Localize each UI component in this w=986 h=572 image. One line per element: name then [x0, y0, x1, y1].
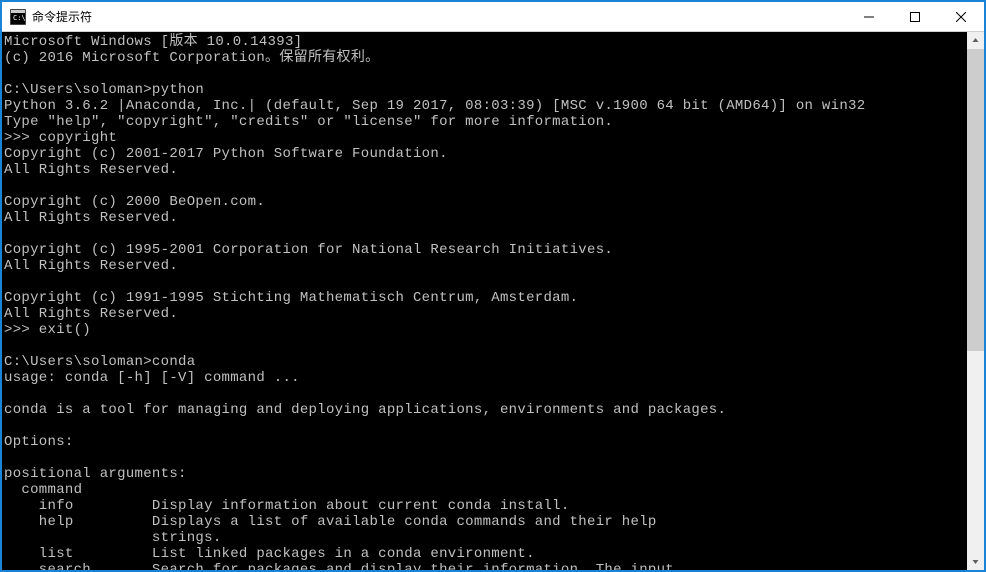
- window-controls: [846, 2, 984, 31]
- window-title: 命令提示符: [32, 8, 846, 25]
- vertical-scrollbar[interactable]: [967, 32, 984, 570]
- scroll-up-arrow[interactable]: [967, 32, 984, 49]
- scroll-track[interactable]: [967, 49, 984, 553]
- titlebar[interactable]: C:\ 命令提示符: [2, 2, 984, 32]
- content-area: Microsoft Windows [版本 10.0.14393] (c) 20…: [2, 32, 984, 570]
- scroll-down-arrow[interactable]: [967, 553, 984, 570]
- close-button[interactable]: [938, 2, 984, 31]
- maximize-button[interactable]: [892, 2, 938, 31]
- cmd-window: C:\ 命令提示符 Microsoft Windows [版本 10.0.143…: [1, 1, 985, 571]
- terminal-output[interactable]: Microsoft Windows [版本 10.0.14393] (c) 20…: [2, 32, 967, 570]
- minimize-button[interactable]: [846, 2, 892, 31]
- scroll-thumb[interactable]: [967, 49, 984, 351]
- cmd-icon: C:\: [10, 9, 26, 25]
- svg-text:C:\: C:\: [13, 14, 26, 22]
